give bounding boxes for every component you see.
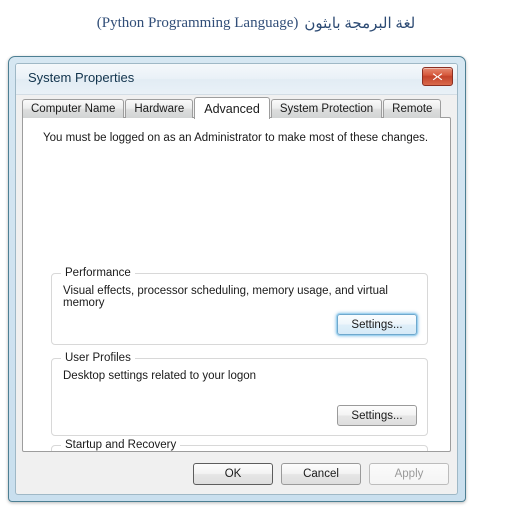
apply-button: Apply — [369, 463, 449, 485]
administrator-note: You must be logged on as an Administrato… — [43, 132, 429, 144]
tab-system-protection[interactable]: System Protection — [270, 99, 383, 118]
tab-computer-name[interactable]: Computer Name — [22, 99, 125, 118]
dialog-titlebar: System Properties — [16, 64, 457, 95]
tab-advanced[interactable]: Advanced — [194, 97, 270, 119]
dialog-title: System Properties — [28, 70, 135, 85]
dialog-footer: OK Cancel Apply — [193, 463, 449, 485]
group-performance-description: Visual effects, processor scheduling, me… — [63, 285, 388, 309]
ok-label: OK — [224, 468, 242, 480]
performance-settings-label: Settings... — [351, 318, 403, 331]
group-performance: Performance Visual effects, processor sc… — [51, 267, 428, 345]
page-header: لغة البرمجة بايثون (Python Programming L… — [0, 0, 512, 46]
ok-button[interactable]: OK — [193, 463, 273, 485]
tabstrip: Computer Name Hardware Advanced System P… — [22, 97, 451, 119]
group-startup-recovery-title: Startup and Recovery — [61, 439, 181, 451]
performance-settings-button[interactable]: Settings... — [337, 314, 417, 335]
group-startup-recovery: Startup and Recovery System startup, sys… — [51, 439, 428, 451]
cancel-button[interactable]: Cancel — [281, 463, 361, 485]
apply-label: Apply — [394, 468, 424, 480]
close-icon[interactable] — [422, 67, 453, 86]
group-user-profiles-description: Desktop settings related to your logon — [63, 370, 257, 382]
user-profiles-settings-button[interactable]: Settings... — [337, 405, 417, 426]
group-performance-title: Performance — [61, 267, 135, 279]
tab-remote[interactable]: Remote — [383, 99, 442, 118]
tab-panel-advanced: You must be logged on as an Administrato… — [22, 117, 451, 452]
tab-hardware[interactable]: Hardware — [125, 99, 194, 118]
group-user-profiles: User Profiles Desktop settings related t… — [51, 352, 428, 436]
dialog-inner-frame: System Properties Computer Name Hardware… — [15, 63, 458, 495]
group-user-profiles-title: User Profiles — [61, 352, 135, 364]
cancel-label: Cancel — [303, 468, 339, 480]
page-title-arabic: لغة البرمجة بايثون — [304, 15, 416, 32]
page-title-latin: (Python Programming Language) — [96, 14, 299, 31]
system-properties-dialog: System Properties Computer Name Hardware… — [8, 56, 466, 502]
user-profiles-settings-label: Settings... — [351, 409, 403, 422]
